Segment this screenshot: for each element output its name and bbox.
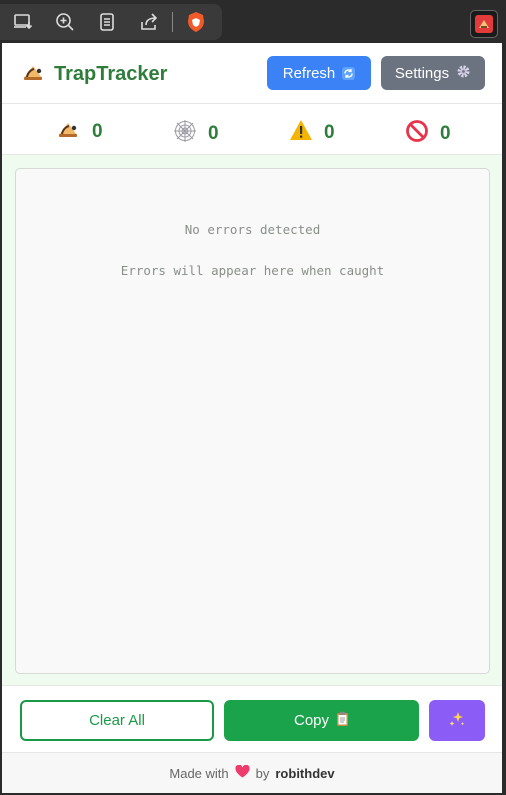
refresh-button[interactable]: Refresh [267, 56, 371, 90]
clipboard-icon [336, 711, 349, 731]
stat-warnings: 0 [289, 119, 335, 146]
gear-icon [456, 64, 471, 83]
clear-all-button[interactable]: Clear All [20, 700, 214, 741]
heart-icon [235, 764, 250, 781]
stat-web: 0 [173, 119, 219, 148]
brand: TrapTracker [22, 62, 167, 87]
extension-popup: TrapTracker Refresh Settings 0 0 0 0 No … [2, 43, 502, 793]
credits-footer: Made with by robithdev [2, 752, 502, 793]
copy-button[interactable]: Copy [224, 700, 419, 741]
error-panel: No errors detected Errors will appear he… [2, 155, 502, 685]
popup-header: TrapTracker Refresh Settings [2, 43, 502, 104]
spiderweb-icon [173, 119, 197, 148]
refresh-icon [342, 66, 356, 80]
warning-icon [289, 119, 313, 146]
mousetrap-icon [57, 119, 81, 144]
stat-value: 0 [92, 120, 103, 142]
stat-traps: 0 [57, 119, 103, 144]
empty-state-title: No errors detected [184, 222, 321, 237]
toolbar-button-group [0, 4, 222, 40]
install-app-icon[interactable] [12, 11, 34, 33]
share-icon[interactable] [138, 11, 160, 33]
app-title: TrapTracker [54, 63, 168, 85]
mousetrap-logo-icon [22, 62, 46, 87]
stat-value: 0 [440, 122, 451, 144]
copy-label: Copy [293, 712, 330, 729]
toolbar-divider [172, 12, 173, 32]
sparkles-button[interactable] [429, 700, 485, 741]
refresh-label: Refresh [282, 64, 336, 82]
stat-blocked: 0 [405, 119, 451, 148]
author-name: robithdev [275, 765, 335, 781]
made-with-text: Made with [169, 765, 229, 781]
traptracker-extension-icon[interactable] [470, 10, 498, 38]
settings-button[interactable]: Settings [381, 56, 485, 90]
prohibited-icon [405, 119, 429, 148]
stats-bar: 0 0 0 0 [2, 104, 502, 155]
by-text: by [255, 765, 270, 781]
brave-shield-icon[interactable] [185, 11, 207, 33]
stat-value: 0 [324, 121, 335, 143]
zoom-in-icon[interactable] [54, 11, 76, 33]
empty-state-hint: Errors will appear here when caught [120, 263, 385, 278]
browser-toolbar [0, 0, 506, 43]
sparkles-icon [448, 710, 466, 732]
reader-mode-icon[interactable] [96, 11, 118, 33]
settings-label: Settings [394, 64, 450, 82]
error-list[interactable]: No errors detected Errors will appear he… [15, 168, 490, 674]
stat-value: 0 [208, 122, 219, 144]
action-bar: Clear All Copy [2, 685, 502, 752]
